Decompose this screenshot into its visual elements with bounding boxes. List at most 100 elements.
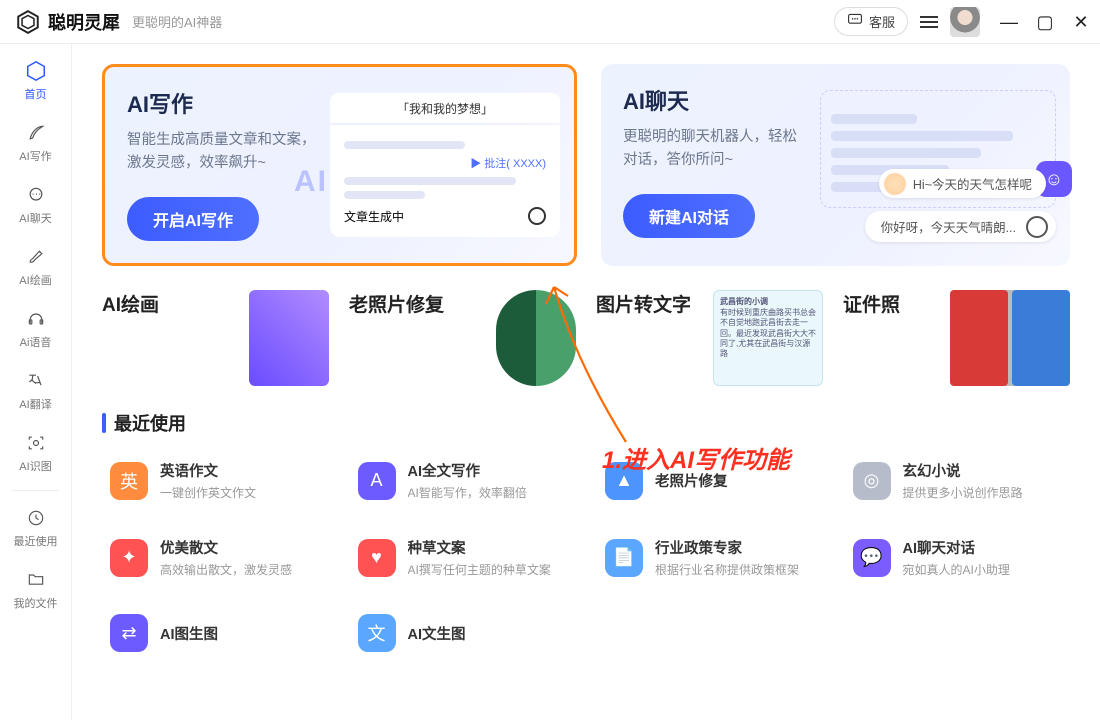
card-desc: 一键创作英文作文 xyxy=(160,484,256,501)
mock-annotation: ▶ 批注( XXXX) xyxy=(344,155,546,171)
menu-button[interactable] xyxy=(920,16,938,28)
recent-card[interactable]: 💬 AI聊天对话宛如真人的AI小助理 xyxy=(845,527,1071,588)
recent-card[interactable]: ✦ 优美散文高效输出散文，激发灵感 xyxy=(102,527,328,588)
sidebar-label: AI绘画 xyxy=(19,272,51,288)
support-button[interactable]: 客服 xyxy=(834,7,908,36)
chat-avatar-icon xyxy=(883,172,907,196)
feature-title: 证件照 xyxy=(843,290,900,317)
card-icon: ✦ xyxy=(110,539,148,577)
write-mock-window: AI 「我和我的梦想」 ▶ 批注( XXXX) 文章生成中 xyxy=(330,93,560,237)
ai-ghost-label: AI xyxy=(294,165,328,199)
annotation-text: 1.进入AI写作功能 xyxy=(602,440,790,475)
card-desc: 高效输出散文，激发灵感 xyxy=(160,561,292,578)
sidebar-item-recent[interactable]: 最近使用 xyxy=(0,497,71,559)
card-icon: ♥ xyxy=(358,539,396,577)
sidebar-item-paint[interactable]: AI绘画 xyxy=(0,236,71,298)
sidebar-label: AI聊天 xyxy=(19,210,51,226)
card-title: AI全文写作 xyxy=(408,460,527,481)
sidebar-label: Ai语音 xyxy=(20,334,52,350)
sidebar-item-ocr[interactable]: AI识图 xyxy=(0,422,71,484)
recent-card[interactable]: ⇄ AI图生图 xyxy=(102,604,328,662)
maximize-icon[interactable]: ▢ xyxy=(1036,13,1054,31)
card-icon: 英 xyxy=(110,462,148,500)
feather-icon xyxy=(25,122,47,144)
folder-icon xyxy=(25,569,47,591)
card-title: 玄幻小说 xyxy=(903,460,1023,481)
sidebar-item-files[interactable]: 我的文件 xyxy=(0,559,71,621)
app-logo-icon xyxy=(14,8,42,36)
recent-card[interactable]: 📄 行业政策专家根据行业名称提供政策框架 xyxy=(597,527,823,588)
sidebar-label: AI识图 xyxy=(19,458,51,474)
card-icon: 💬 xyxy=(853,539,891,577)
sidebar-item-write[interactable]: AI写作 xyxy=(0,112,71,174)
recent-grid: 英英语作文一键创作英文作文AAI全文写作AI智能写作，效率翻倍▲老照片修复◎玄幻… xyxy=(102,450,1070,662)
recent-card[interactable]: ♥ 种草文案 AI撰写任何主题的种草文案 xyxy=(350,527,576,588)
card-desc: 宛如真人的AI小助理 xyxy=(903,561,1010,578)
card-title: AI图生图 xyxy=(160,623,218,644)
card-title: AI文生图 xyxy=(408,623,466,644)
card-title: 种草文案 xyxy=(408,537,551,558)
card-icon: ◎ xyxy=(853,462,891,500)
card-icon: 文 xyxy=(358,614,396,652)
feature-oldphoto[interactable]: 老照片修复 xyxy=(349,290,576,386)
sidebar-label: 我的文件 xyxy=(14,595,58,611)
annotation-arrow-icon xyxy=(546,282,656,462)
recent-card[interactable]: 英英语作文一键创作英文作文 xyxy=(102,450,328,511)
sidebar: 首页 AI写作 AI聊天 AI绘画 Ai语音 AI翻译 AI识图 最近使用 我的… xyxy=(0,44,72,720)
sidebar-label: AI翻译 xyxy=(19,396,51,412)
feature-title: AI绘画 xyxy=(102,290,159,317)
translate-icon xyxy=(25,370,47,392)
start-ai-write-button[interactable]: 开启AI写作 xyxy=(127,197,259,241)
doc-thumb-icon: 武昌街的小调有时候到重庆曲路买书总会不自觉地跑武昌街去走一回。最近发现武昌街大大… xyxy=(713,290,823,386)
card-desc: AI智能写作，效率翻倍 xyxy=(408,484,527,501)
titlebar: 聪明灵犀 更聪明的AI神器 客服 — ▢ ✕ xyxy=(0,0,1100,44)
feature-title: 老照片修复 xyxy=(349,290,444,317)
card-desc: 根据行业名称提供政策框架 xyxy=(655,561,799,578)
scan-icon xyxy=(25,432,47,454)
paint-thumb-icon xyxy=(249,290,329,386)
recent-card[interactable]: ◎ 玄幻小说提供更多小说创作思路 xyxy=(845,450,1071,511)
start-ai-chat-button[interactable]: 新建AI对话 xyxy=(623,194,755,238)
support-label: 客服 xyxy=(869,12,895,31)
card-title: 优美散文 xyxy=(160,537,292,558)
card-desc: AI撰写任何主题的种草文案 xyxy=(408,561,551,578)
chat-msg-user: Hi~今天的天气怎样呢 xyxy=(879,169,1046,198)
card-icon: A xyxy=(358,462,396,500)
brand-slogan: 更聪明的AI神器 xyxy=(132,12,222,31)
hex-badge-icon xyxy=(528,207,546,225)
card-title: 行业政策专家 xyxy=(655,537,799,558)
hero-ai-write[interactable]: AI写作 智能生成高质量文章和文案，激发灵感，效率飙升~ 开启AI写作 AI 「… xyxy=(102,64,577,266)
history-icon xyxy=(25,507,47,529)
brand-name: 聪明灵犀 xyxy=(48,9,120,35)
card-icon: ⇄ xyxy=(110,614,148,652)
feature-paint[interactable]: AI绘画 xyxy=(102,290,329,386)
sidebar-item-voice[interactable]: Ai语音 xyxy=(0,298,71,360)
recent-card[interactable]: A AI全文写作 AI智能写作，效率翻倍 xyxy=(350,450,576,511)
sidebar-label: 首页 xyxy=(25,86,47,102)
brush-icon xyxy=(25,246,47,268)
card-icon: 📄 xyxy=(605,539,643,577)
recent-card[interactable]: 文 AI文生图 xyxy=(350,604,576,662)
mock-generating: 文章生成中 xyxy=(344,208,404,225)
card-desc: 提供更多小说创作思路 xyxy=(903,484,1023,501)
feature-idphoto[interactable]: 证件照 xyxy=(843,290,1070,386)
user-avatar[interactable] xyxy=(950,7,980,37)
close-icon[interactable]: ✕ xyxy=(1072,13,1090,31)
minimize-icon[interactable]: — xyxy=(1000,13,1018,31)
chat-bubble-icon xyxy=(847,12,863,31)
hex-badge-icon xyxy=(1026,216,1048,238)
sidebar-label: 最近使用 xyxy=(14,533,58,549)
hero-desc: 更聪明的聊天机器人，轻松对话，答你所问~ xyxy=(623,126,833,172)
sidebar-label: AI写作 xyxy=(19,148,51,164)
headphone-icon xyxy=(25,308,47,330)
sidebar-item-home[interactable]: 首页 xyxy=(0,50,71,112)
dialog-icon xyxy=(25,184,47,206)
mock-tab-title: 「我和我的梦想」 xyxy=(330,93,560,123)
idcard-thumb-icon xyxy=(950,290,1070,386)
hexagon-icon xyxy=(25,60,47,82)
hero-ai-chat[interactable]: AI聊天 更聪明的聊天机器人，轻松对话，答你所问~ 新建AI对话 ☺ Hi~今天… xyxy=(601,64,1070,266)
sidebar-item-chat[interactable]: AI聊天 xyxy=(0,174,71,236)
card-title: AI聊天对话 xyxy=(903,537,1010,558)
card-title: 英语作文 xyxy=(160,460,256,481)
sidebar-item-translate[interactable]: AI翻译 xyxy=(0,360,71,422)
